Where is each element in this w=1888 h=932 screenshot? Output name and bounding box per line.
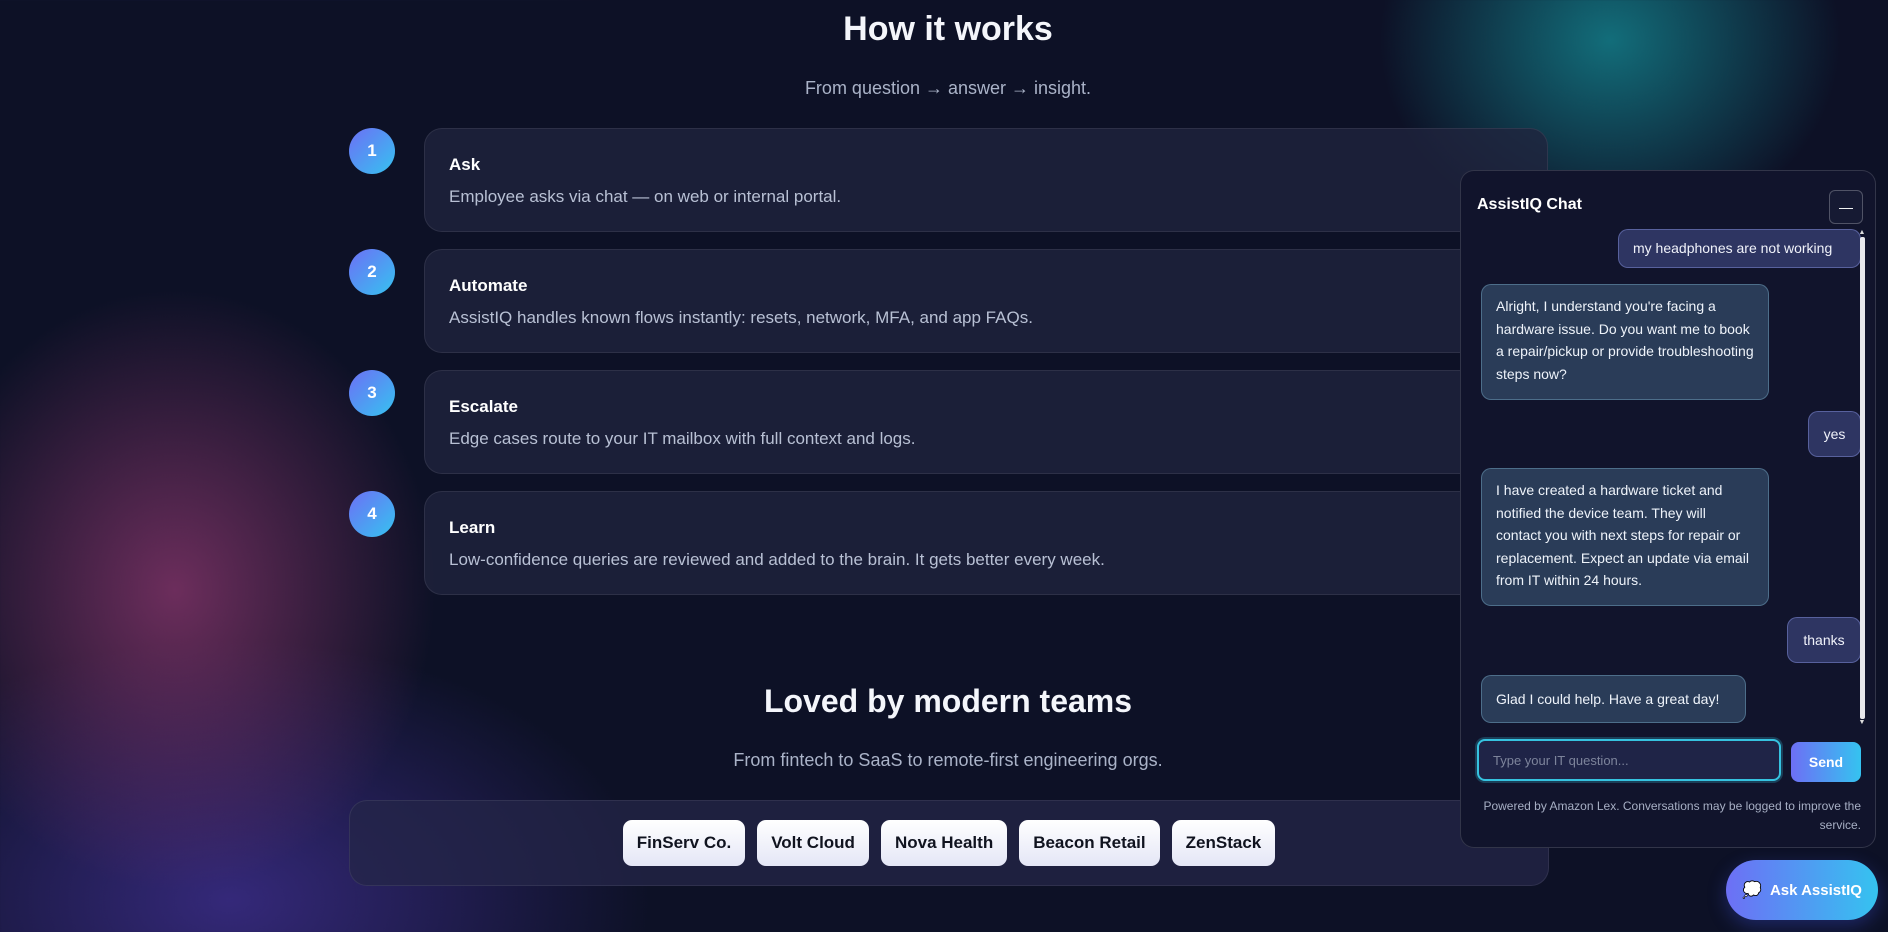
step-description: Edge cases route to your IT mailbox with…: [449, 429, 916, 448]
logo-nova-health: Nova Health: [880, 820, 1008, 866]
scroll-down-icon[interactable]: ▼: [1857, 719, 1867, 727]
how-it-works-title: How it works: [843, 10, 1053, 48]
customer-logos: FinServ Co. Volt Cloud Nova Health Beaco…: [349, 800, 1549, 886]
step-title: Escalate: [449, 397, 518, 416]
logo-volt-cloud: Volt Cloud: [757, 820, 869, 866]
chat-scrollbar[interactable]: ▲ ▼: [1857, 229, 1867, 727]
step-number-1: 1: [349, 128, 395, 174]
step-title: Ask: [449, 155, 481, 174]
ask-assistiq-label: Ask AssistIQ: [1769, 881, 1862, 899]
bot-message: I have created a hardware ticket and not…: [1481, 468, 1769, 606]
step-title: Learn: [449, 518, 496, 537]
logo-finserv: FinServ Co.: [622, 820, 746, 866]
scroll-up-icon[interactable]: ▲: [1857, 229, 1867, 237]
step-description: Low-confidence queries are reviewed and …: [449, 550, 1105, 569]
step-description: AssistIQ handles known flows instantly: …: [449, 308, 1033, 327]
chat-bubble-icon: 💭: [1742, 882, 1762, 899]
logo-beacon-retail: Beacon Retail: [1019, 820, 1160, 866]
scroll-thumb[interactable]: [1860, 237, 1865, 719]
powered-by-note: Powered by Amazon Lex. Conversations may…: [1483, 799, 1861, 832]
step-number-2: 2: [349, 249, 395, 295]
ask-assistiq-button[interactable]: 💭 Ask AssistIQ: [1726, 860, 1878, 920]
step-title: Automate: [449, 276, 528, 295]
user-message: thanks: [1787, 617, 1861, 663]
send-button[interactable]: Send: [1791, 742, 1861, 782]
logo-zenstack: ZenStack: [1171, 820, 1276, 866]
chat-panel: AssistIQ Chat — my headphones are not wo…: [1460, 170, 1876, 848]
bot-message: Glad I could help. Have a great day!: [1481, 675, 1746, 723]
minimize-button[interactable]: —: [1829, 190, 1863, 224]
step-card-learn: Learn Low-confidence queries are reviewe…: [424, 491, 1548, 595]
chat-input-field[interactable]: [1477, 739, 1781, 781]
user-message: my headphones are not working: [1618, 229, 1861, 268]
step-card-escalate: Escalate Edge cases route to your IT mai…: [424, 370, 1548, 474]
chat-input[interactable]: [1493, 752, 1765, 768]
chat-title: AssistIQ Chat: [1477, 196, 1582, 213]
chat-messages[interactable]: my headphones are not working Alright, I…: [1461, 229, 1861, 727]
step-description: Employee asks via chat — on web or inter…: [449, 187, 842, 206]
user-message: yes: [1808, 411, 1861, 457]
step-card-automate: Automate AssistIQ handles known flows in…: [424, 249, 1548, 353]
step-card-ask: Ask Employee asks via chat — on web or i…: [424, 128, 1548, 232]
step-number-4: 4: [349, 491, 395, 537]
step-number-3: 3: [349, 370, 395, 416]
bot-message: Alright, I understand you're facing a ha…: [1481, 284, 1769, 400]
how-it-works-subtitle: From question → answer → insight.: [804, 78, 1092, 98]
